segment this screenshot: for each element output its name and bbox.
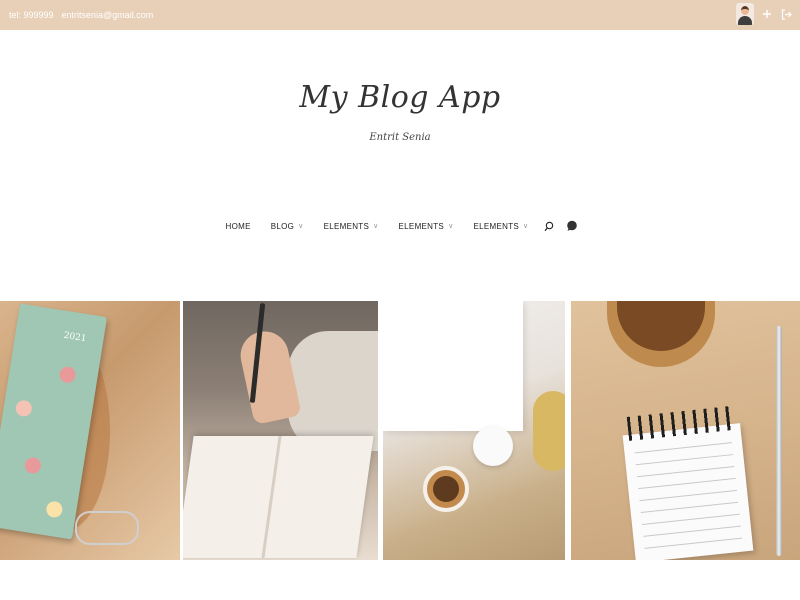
vase: [533, 391, 565, 471]
nav-item-elements-3[interactable]: ELEMENTS ∨: [474, 222, 529, 231]
chevron-down-icon: ∨: [448, 223, 454, 230]
plus-icon[interactable]: [761, 7, 773, 21]
notebook-year: 2021: [62, 330, 88, 345]
flower: [14, 399, 33, 418]
candle: [473, 426, 513, 466]
nav-label: ELEMENTS: [473, 221, 520, 231]
avatar-body: [738, 16, 752, 25]
ruled-line: [640, 501, 739, 514]
chevron-down-icon: ∨: [523, 223, 529, 230]
flower: [23, 456, 43, 475]
avatar-head: [741, 6, 749, 15]
spiral-rings: [626, 405, 735, 441]
gallery-tile-coffee-candle[interactable]: [383, 301, 565, 560]
email-text: entritsenia@gmail.com: [61, 10, 154, 20]
glasses: [75, 511, 139, 545]
ruled-line: [636, 465, 735, 478]
ruled-line: [635, 454, 734, 466]
ruled-line: [643, 525, 741, 537]
flower: [45, 500, 64, 519]
top-bar: tel: 999999 entritsenia@gmail.com: [0, 0, 800, 30]
flower: [58, 365, 77, 384]
blank-paper: [383, 301, 523, 431]
steel-pen: [776, 326, 782, 556]
ruled-line: [639, 489, 738, 502]
ruled-line: [634, 442, 733, 454]
sleeve: [288, 331, 378, 451]
blog-subtitle: Entrit Senia: [369, 132, 431, 143]
photo-gallery: 2021: [0, 301, 800, 560]
gallery-tile-writing-hand[interactable]: [183, 301, 378, 560]
coffee: [433, 476, 459, 502]
nav-item-home[interactable]: HOME: [226, 222, 251, 231]
hand: [236, 326, 302, 426]
ruled-line: [638, 477, 736, 490]
gallery-tile-spiral-notepad[interactable]: [571, 301, 800, 560]
main-nav: HOME BLOG ∨ ELEMENTS ∨ ELEMENTS ∨ ELEMEN…: [0, 220, 800, 232]
user-actions: [736, 3, 792, 25]
search-icon[interactable]: [544, 221, 554, 232]
blog-title: My Blog App: [299, 80, 501, 115]
chevron-down-icon: ∨: [298, 223, 304, 230]
gallery-tile-notebook-2021[interactable]: 2021: [0, 301, 180, 560]
phone-text: tel: 999999: [9, 10, 54, 20]
coffee: [617, 301, 705, 351]
nav-item-elements-2[interactable]: ELEMENTS ∨: [399, 222, 454, 231]
coffee-cup: [607, 301, 715, 367]
ruled-line: [644, 537, 743, 549]
nav-label: ELEMENTS: [398, 221, 445, 231]
open-notebook: [183, 436, 374, 558]
nav-label: BLOG: [270, 221, 295, 231]
nav-item-blog[interactable]: BLOG ∨: [271, 222, 304, 231]
chevron-down-icon: ∨: [373, 223, 379, 230]
spiral-notepad: [622, 405, 754, 560]
chat-icon[interactable]: [566, 220, 578, 232]
nav-label: HOME: [225, 221, 251, 231]
user-avatar[interactable]: [736, 3, 754, 25]
book-spine: [261, 436, 282, 558]
contact-info: tel: 999999 entritsenia@gmail.com: [9, 10, 153, 20]
logout-icon[interactable]: [780, 7, 792, 21]
ruled-line: [641, 513, 740, 525]
coffee-mug: [423, 466, 469, 512]
nav-label: ELEMENTS: [323, 221, 370, 231]
nav-item-elements-1[interactable]: ELEMENTS ∨: [324, 222, 379, 231]
